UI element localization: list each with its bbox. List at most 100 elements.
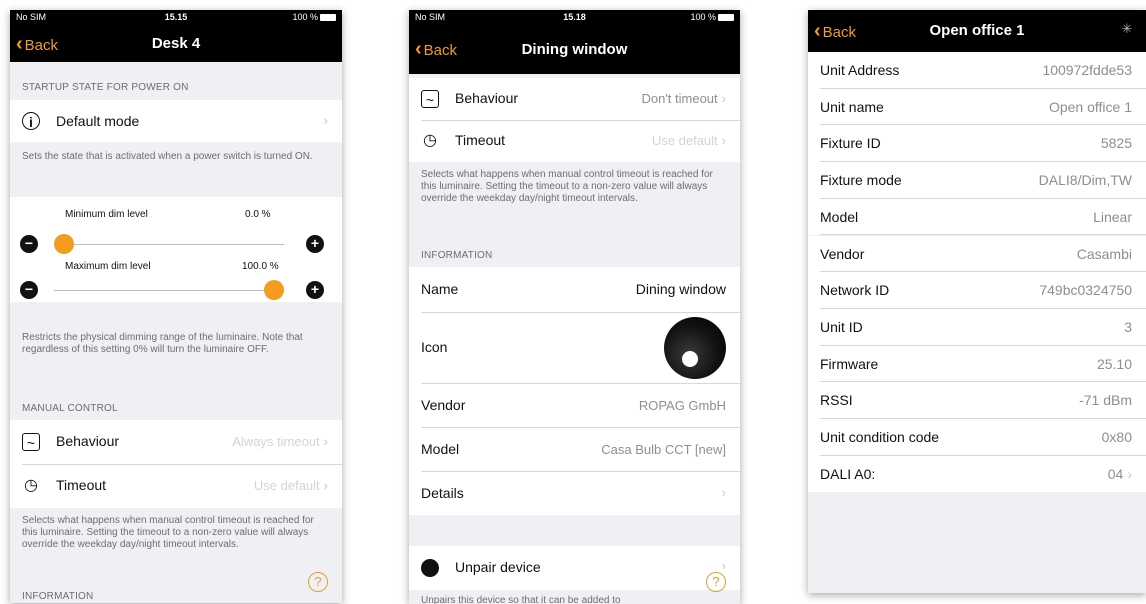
battery-label: 100 %: [292, 12, 318, 22]
details-label: Details: [421, 485, 464, 501]
name-value: Dining window: [635, 281, 726, 297]
unit-info-row: Fixture mode DALI8/Dim,TW: [808, 162, 1146, 199]
info-icon: i: [22, 112, 40, 130]
screen-dining-window: No SIM 15.18 100 % ‹ Back Dining window ~…: [409, 10, 740, 604]
unit-info-row[interactable]: DALI A0: 04 ›: [808, 455, 1146, 493]
behaviour-label: Behaviour: [455, 90, 519, 106]
page-title: Dining window: [521, 41, 628, 58]
min-dim-increase-button[interactable]: +: [306, 235, 324, 253]
timeout-row[interactable]: ◷ Timeout Use default ›: [10, 465, 342, 508]
timer-icon: ◷: [423, 132, 437, 149]
max-dim-track[interactable]: [54, 290, 284, 291]
section-header-information: INFORMATION: [421, 250, 493, 261]
unit-info-label: Fixture mode: [820, 172, 902, 189]
unpair-label: Unpair device: [455, 559, 541, 575]
model-row: Model Casa Bulb CCT [new]: [409, 428, 740, 471]
max-dim-slider-thumb[interactable]: [264, 280, 284, 300]
min-dim-decrease-button[interactable]: −: [20, 235, 38, 253]
unit-info-value: 5825: [1100, 135, 1132, 152]
unpair-device-row[interactable]: × Unpair device ›: [409, 546, 740, 590]
screen-desk-settings: No SIM 15.15 100 % ‹ Back Desk 4 STARTUP …: [10, 10, 342, 603]
timeout-note: Selects what happens when manual control…: [22, 515, 314, 550]
information-group: Name Dining window Icon Vendor ROPAG Gmb…: [409, 267, 740, 515]
section-header-manual: MANUAL CONTROL: [22, 403, 118, 414]
behaviour-label: Behaviour: [56, 433, 120, 449]
status-bar: No SIM 15.15 100 %: [10, 10, 342, 24]
max-dim-value: 100.0 %: [242, 261, 279, 272]
max-dim-decrease-button[interactable]: −: [20, 281, 38, 299]
battery-icon: [320, 14, 336, 21]
vendor-value: ROPAG GmbH: [638, 398, 726, 413]
min-dim-slider-thumb[interactable]: [54, 234, 74, 254]
unit-info-label: Vendor: [820, 245, 865, 262]
min-dim-value: 0.0 %: [245, 209, 271, 220]
unit-info-label: RSSI: [820, 392, 853, 409]
manual-control-group: ~ Behaviour Always timeout › ◷ Timeout Us…: [10, 420, 342, 508]
timer-icon: ◷: [24, 477, 38, 494]
manual-control-group: ~ Behaviour Don't timeout › ◷ Timeout Use…: [409, 78, 740, 162]
screen-unit-details: ‹ Back Open office 1 ✳ Unit Address 100972…: [808, 10, 1146, 593]
unit-info-value: Linear: [1093, 208, 1132, 225]
close-icon: ×: [421, 559, 439, 577]
model-label: Model: [421, 441, 460, 457]
default-mode-label: Default mode: [56, 113, 140, 129]
battery-indicator: 100 %: [690, 12, 734, 22]
unit-info-value: 0x80: [1101, 429, 1132, 445]
details-row[interactable]: Details ›: [409, 472, 740, 515]
startup-note: Sets the state that is activated when a …: [22, 151, 313, 162]
chevron-right-icon: ›: [721, 485, 726, 500]
timeout-note: Selects what happens when manual control…: [421, 169, 713, 204]
battery-indicator: 100 %: [292, 12, 336, 22]
vendor-row: Vendor ROPAG GmbH: [409, 384, 740, 427]
unit-info-value: 25.10: [1096, 355, 1132, 372]
dim-level-panel: Minimum dim level 0.0 % − + Maximum dim …: [10, 197, 342, 302]
name-row[interactable]: Name Dining window: [409, 267, 740, 312]
behaviour-row[interactable]: ~ Behaviour Always timeout ›: [10, 420, 342, 464]
nav-bar: ‹ Back Dining window: [409, 24, 740, 74]
behaviour-value: Don't timeout: [641, 91, 718, 106]
nav-bar: ‹ Back Open office 1 ✳: [808, 10, 1146, 52]
timeout-row[interactable]: ◷ Timeout Use default ›: [409, 121, 740, 162]
min-dim-track[interactable]: [54, 244, 284, 245]
battery-label: 100 %: [690, 12, 716, 22]
unit-info-row: RSSI -71 dBm: [808, 382, 1146, 419]
page-title: Desk 4: [151, 35, 201, 52]
unit-info-row: Vendor Casambi: [808, 235, 1146, 273]
unit-info-label: DALI A0:: [820, 465, 876, 482]
behaviour-value: Always timeout: [232, 434, 320, 449]
max-dim-increase-button[interactable]: +: [306, 281, 324, 299]
unit-info-value: 100972fdde53: [1042, 62, 1132, 78]
timeout-value: Use default: [253, 478, 320, 493]
dim-note: Restricts the physical dimming range of …: [22, 332, 303, 355]
unit-info-value: 749bc0324750: [1039, 282, 1132, 299]
unit-info-label: Unit Address: [820, 62, 900, 78]
luminaire-icon[interactable]: [664, 317, 726, 379]
timeout-label: Timeout: [455, 132, 506, 148]
unit-info-label: Firmware: [820, 355, 879, 372]
unit-info-row: Fixture ID 5825: [808, 125, 1146, 163]
unit-info-label: Unit ID: [820, 318, 863, 335]
help-icon[interactable]: ?: [308, 572, 328, 592]
icon-label: Icon: [421, 339, 448, 355]
battery-icon: [718, 14, 734, 21]
behaviour-row[interactable]: ~ Behaviour Don't timeout ›: [409, 78, 740, 120]
unit-info-value: 04: [1107, 465, 1124, 482]
chevron-right-icon: ›: [721, 558, 726, 573]
chevron-right-icon: ›: [323, 113, 328, 128]
unit-info-row: Model Linear: [808, 198, 1146, 236]
unit-info-row: Unit name Open office 1: [808, 88, 1146, 126]
timeout-value: Use default: [651, 133, 718, 148]
unit-info-label: Fixture ID: [820, 135, 881, 152]
chevron-right-icon: ›: [323, 478, 328, 493]
nav-bar: ‹ Back Desk 4: [10, 24, 342, 62]
section-header-information: INFORMATION: [22, 591, 94, 602]
unit-info-value: -71 dBm: [1079, 392, 1132, 409]
unit-info-value: Casambi: [1076, 245, 1132, 262]
model-value: Casa Bulb CCT [new]: [601, 442, 726, 457]
wave-icon: ~: [22, 433, 40, 451]
default-mode-row[interactable]: i Default mode ›: [10, 100, 342, 142]
unit-info-value: DALI8/Dim,TW: [1038, 172, 1132, 189]
icon-row[interactable]: Icon: [409, 313, 740, 383]
help-icon[interactable]: ?: [706, 572, 726, 592]
unit-info-label: Unit condition code: [820, 429, 940, 445]
